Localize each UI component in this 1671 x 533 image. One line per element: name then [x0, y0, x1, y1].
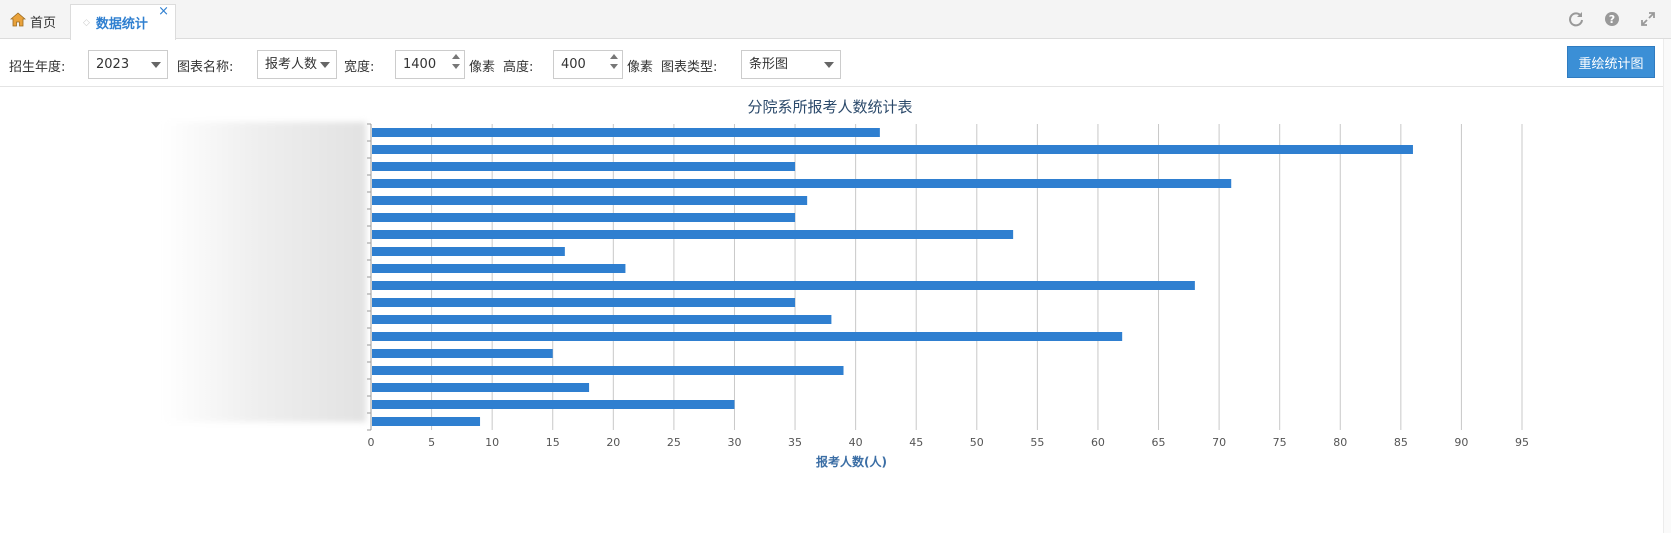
x-tick-label: 5	[428, 436, 435, 449]
x-tick-label: 75	[1273, 436, 1287, 449]
chart-type-select[interactable]: 条形图	[741, 50, 841, 79]
x-tick-label: 10	[485, 436, 499, 449]
x-tick-label: 55	[1030, 436, 1044, 449]
chart-name-select[interactable]: 报考人数	[257, 50, 337, 79]
bar	[372, 298, 796, 307]
fullscreen-icon[interactable]	[1639, 10, 1657, 28]
chart-type-label: 图表类型:	[661, 60, 718, 75]
x-tick-label: 35	[788, 436, 802, 449]
year-label: 招生年度:	[9, 60, 66, 75]
bar-chart: 0 5 10 15 20 25 30 35 40 45 50 55 60 65 70 75 80 85 90 95 报考…	[367, 123, 1529, 469]
bar	[372, 417, 481, 426]
x-tick-label: 0	[368, 436, 375, 449]
height-stepper-buttons[interactable]	[610, 54, 618, 69]
height-unit: 像素	[627, 60, 654, 75]
year-select-value: 2023	[96, 57, 130, 72]
chevron-down-icon	[151, 62, 161, 68]
x-tick-label: 20	[606, 436, 620, 449]
chart-name-label: 图表名称:	[177, 60, 234, 75]
bar	[372, 281, 1195, 290]
vertical-scrollbar[interactable]	[1663, 39, 1671, 533]
stepper-up-icon[interactable]	[452, 54, 460, 59]
bar	[372, 332, 1123, 341]
tab-data-statistics[interactable]: ◇ 数据统计 ×	[70, 4, 176, 40]
tab-active-label: 数据统计	[95, 17, 148, 32]
x-tick-label: 15	[546, 436, 560, 449]
home-icon	[9, 12, 27, 31]
height-label: 高度:	[503, 60, 534, 75]
x-tick-label: 40	[849, 436, 863, 449]
chart-area: 分院系所报考人数统计表 0 5 10 15 20 25 30 35 40 45 50 55 60 65 70…	[0, 88, 1671, 488]
bar	[372, 230, 1014, 239]
bar	[372, 383, 590, 392]
x-tick-label: 70	[1212, 436, 1226, 449]
x-axis-label: 报考人数(人)	[816, 454, 887, 469]
x-tick-label: 25	[667, 436, 681, 449]
x-tick-label: 90	[1454, 436, 1468, 449]
bar	[372, 162, 796, 171]
stepper-down-icon[interactable]	[610, 64, 618, 69]
tab-dot-icon: ◇	[83, 17, 90, 28]
bar	[372, 366, 844, 375]
width-stepper[interactable]: 1400	[395, 50, 465, 79]
bar	[372, 196, 808, 205]
chevron-down-icon	[824, 62, 834, 68]
x-tick-label: 65	[1152, 436, 1166, 449]
width-label: 宽度:	[344, 60, 375, 75]
bar	[372, 264, 626, 273]
chart-type-select-value: 条形图	[749, 57, 789, 72]
bar	[372, 349, 553, 358]
help-icon[interactable]: ?	[1603, 10, 1621, 28]
x-tick-label: 95	[1515, 436, 1529, 449]
stepper-up-icon[interactable]	[610, 54, 618, 59]
refresh-icon[interactable]	[1567, 10, 1585, 28]
x-tick-label: 80	[1333, 436, 1347, 449]
bar	[372, 400, 735, 409]
close-icon[interactable]: ×	[158, 5, 169, 19]
x-tick-label: 60	[1091, 436, 1105, 449]
bar	[372, 213, 796, 222]
bar	[372, 145, 1413, 154]
bar	[372, 128, 880, 137]
chart-name-select-value: 报考人数	[265, 57, 318, 72]
width-value: 1400	[403, 57, 437, 72]
x-tick-label: 85	[1394, 436, 1408, 449]
svg-text:?: ?	[1609, 13, 1615, 26]
x-tick-label: 50	[970, 436, 984, 449]
x-tick-label: 45	[909, 436, 923, 449]
bar	[372, 247, 565, 256]
year-select[interactable]: 2023	[88, 50, 168, 79]
width-unit: 像素	[469, 60, 496, 75]
width-stepper-buttons[interactable]	[452, 54, 460, 69]
filter-toolbar: 招生年度: 2023 图表名称: 报考人数 宽度: 1400 像素 高度: 40…	[0, 40, 1671, 87]
tab-bar: 首页 ◇ 数据统计 × ?	[0, 0, 1671, 40]
chevron-down-icon	[320, 62, 330, 68]
height-stepper[interactable]: 400	[553, 50, 623, 79]
bar	[372, 179, 1232, 188]
redraw-chart-button[interactable]: 重绘统计图	[1567, 46, 1655, 78]
tab-home[interactable]: 首页	[4, 4, 70, 39]
tab-home-label: 首页	[30, 16, 57, 31]
x-tick-label: 30	[727, 436, 741, 449]
bar	[372, 315, 832, 324]
height-value: 400	[561, 57, 586, 72]
tabbar-tools: ?	[1567, 10, 1657, 28]
stepper-down-icon[interactable]	[452, 64, 460, 69]
